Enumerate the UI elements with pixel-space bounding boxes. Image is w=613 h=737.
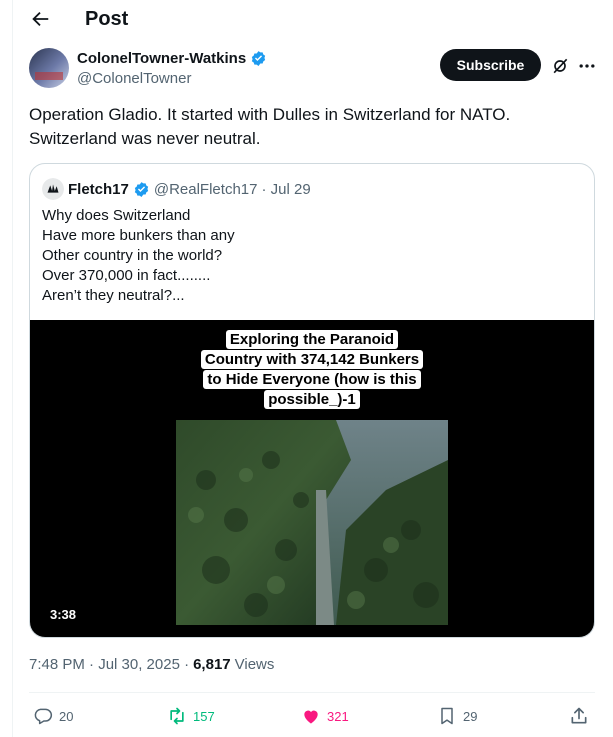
reply-count: 20 bbox=[59, 708, 74, 724]
video-thumbnail-forest bbox=[176, 420, 448, 625]
post-text-line: Switzerland was never neutral. bbox=[29, 129, 261, 148]
author-name[interactable]: ColonelTowner-Watkins bbox=[77, 50, 246, 67]
video-caption: Exploring the Paranoid Country with 374,… bbox=[188, 330, 436, 410]
caption-line: possible_)-1 bbox=[264, 390, 360, 409]
back-arrow-icon[interactable] bbox=[29, 8, 51, 30]
share-button[interactable] bbox=[569, 706, 589, 726]
video-player[interactable]: Exploring the Paranoid Country with 374,… bbox=[30, 320, 594, 637]
quoted-text-line: Why does Switzerland bbox=[42, 207, 191, 224]
post-text: Operation Gladio. It started with Dulles… bbox=[29, 103, 589, 151]
caption-line: Country with 374,142 Bunkers bbox=[200, 350, 424, 369]
bookmark-button[interactable]: 29 bbox=[437, 706, 477, 726]
quoted-post[interactable]: Fletch17 @RealFletch17 · Jul 29 Why does… bbox=[29, 163, 595, 638]
bookmark-count: 29 bbox=[463, 708, 478, 724]
reply-button[interactable]: 20 bbox=[33, 706, 73, 726]
quoted-author-name[interactable]: Fletch17 bbox=[68, 181, 129, 198]
grok-icon[interactable] bbox=[550, 56, 570, 76]
like-button[interactable]: 321 bbox=[301, 706, 349, 726]
post-text-line: Operation Gladio. It started with Dulles… bbox=[29, 105, 511, 124]
action-bar: 20 157 321 29 bbox=[29, 706, 595, 730]
repost-button[interactable]: 157 bbox=[167, 706, 215, 726]
page-title: Post bbox=[85, 8, 129, 30]
quoted-author-handle[interactable]: @RealFletch17 bbox=[154, 181, 258, 198]
post-meta: 7:48 PM · Jul 30, 2025 · 6,817 Views bbox=[29, 656, 274, 673]
video-duration: 3:38 bbox=[50, 607, 77, 622]
views-label: Views bbox=[234, 656, 275, 673]
bookmark-icon bbox=[441, 707, 453, 725]
author-avatar[interactable] bbox=[29, 48, 69, 88]
caption-line: Exploring the Paranoid bbox=[225, 330, 399, 349]
divider bbox=[29, 692, 595, 693]
like-count: 321 bbox=[327, 708, 349, 724]
author-handle[interactable]: @ColonelTowner bbox=[77, 70, 191, 87]
caption-line: to Hide Everyone (how is this bbox=[203, 370, 421, 389]
repost-icon bbox=[170, 707, 184, 725]
more-options-icon[interactable] bbox=[577, 56, 597, 76]
quoted-text-line: Have more bunkers than any bbox=[42, 227, 235, 244]
quoted-author-avatar[interactable] bbox=[42, 178, 64, 200]
verified-badge-icon bbox=[252, 51, 266, 66]
views-count: 6,817 bbox=[193, 656, 231, 673]
subscribe-button[interactable]: Subscribe bbox=[440, 49, 541, 81]
reply-icon bbox=[34, 708, 53, 725]
verified-badge-icon bbox=[134, 181, 149, 197]
quoted-text-line: Over 370,000 in fact........ bbox=[42, 267, 211, 284]
repost-count: 157 bbox=[193, 708, 215, 724]
post-timestamp[interactable]: 7:48 PM · Jul 30, 2025 · bbox=[29, 656, 189, 673]
author-name-row[interactable]: ColonelTowner-Watkins bbox=[77, 50, 267, 67]
quoted-post-date[interactable]: · Jul 29 bbox=[261, 181, 310, 198]
page-header: Post bbox=[0, 0, 613, 40]
quoted-post-header: Fletch17 @RealFletch17 · Jul 29 bbox=[42, 178, 311, 200]
quoted-post-text: Why does Switzerland Have more bunkers t… bbox=[42, 206, 235, 306]
quoted-text-line: Aren’t they neutral?... bbox=[42, 287, 185, 304]
quoted-text-line: Other country in the world? bbox=[42, 247, 223, 264]
heart-icon bbox=[304, 710, 318, 724]
share-icon bbox=[571, 707, 587, 724]
